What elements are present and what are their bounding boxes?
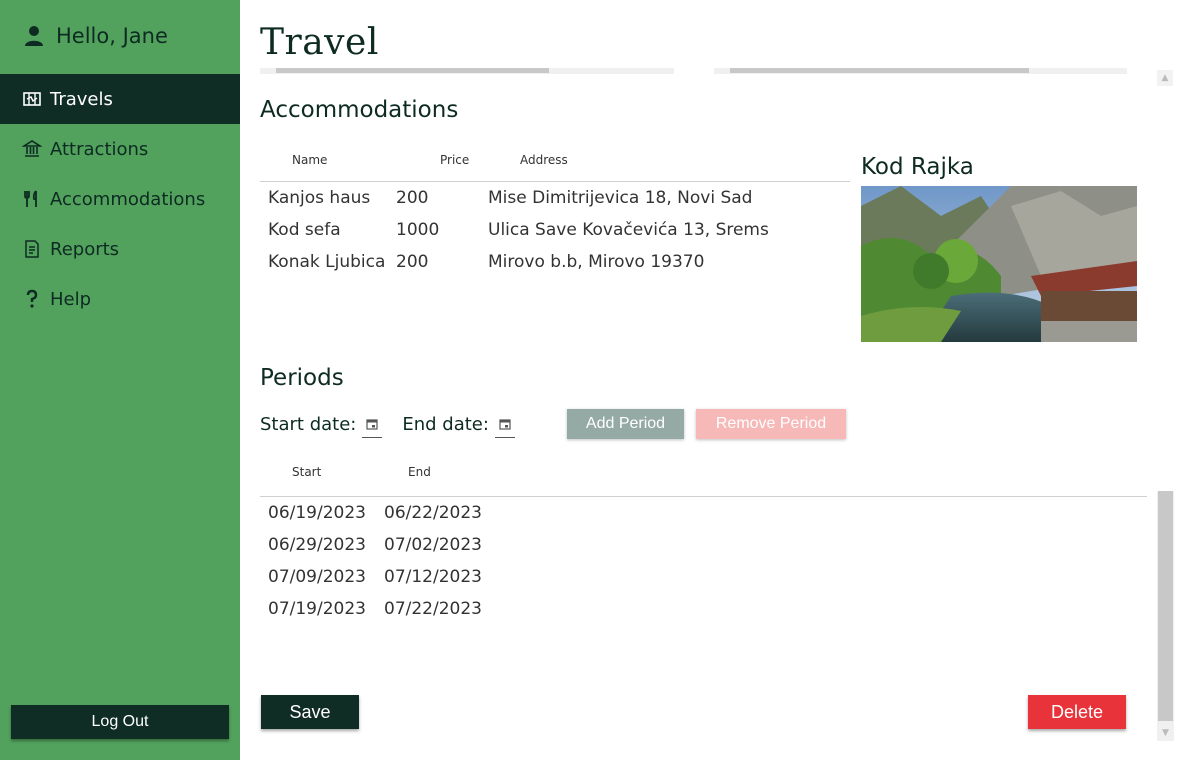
scroll-thumb[interactable]	[1158, 491, 1173, 721]
add-period-button[interactable]: Add Period	[567, 409, 684, 439]
user-icon	[22, 24, 46, 48]
scroll-up-arrow[interactable]: ▲	[1157, 70, 1173, 86]
cell-end: 06/22/2023	[384, 503, 482, 523]
column-header-start[interactable]: Start	[260, 465, 408, 479]
horizontal-scrollbar[interactable]	[260, 68, 674, 74]
horizontal-scrollbar[interactable]	[714, 68, 1127, 74]
column-header-price[interactable]: Price	[440, 153, 520, 167]
cell-name: Kanjos haus	[268, 188, 371, 208]
page-title: Travel	[260, 22, 379, 63]
table-row[interactable]: Kod sefa 1000 Ulica Save Kovačevića 13, …	[260, 214, 850, 246]
accommodation-image	[861, 186, 1137, 342]
table-row[interactable]: 07/09/2023 07/12/2023	[260, 561, 1147, 593]
cell-address: Mise Dimitrijevica 18, Novi Sad	[488, 188, 753, 208]
report-icon	[22, 239, 42, 259]
table-row[interactable]: 06/19/2023 06/22/2023	[260, 497, 1147, 529]
sidebar-item-label: Reports	[50, 238, 120, 260]
column-header-end[interactable]: End	[408, 465, 508, 479]
start-date-picker[interactable]	[362, 410, 383, 438]
calendar-icon	[499, 418, 511, 430]
scroll-thumb[interactable]	[276, 68, 549, 73]
table-row[interactable]: Kanjos haus 200 Mise Dimitrijevica 18, N…	[260, 182, 850, 214]
sidebar-item-label: Travels	[50, 88, 113, 110]
sidebar-item-accommodations[interactable]: Accommodations	[0, 174, 240, 224]
table-row[interactable]: 06/29/2023 07/02/2023	[260, 529, 1147, 561]
period-date-inputs: Start date: End date:	[260, 409, 535, 439]
sidebar-item-label: Attractions	[50, 138, 149, 160]
cell-name: Konak Ljubica	[268, 252, 386, 272]
sidebar-item-reports[interactable]: Reports	[0, 224, 240, 274]
table-row[interactable]: Konak Ljubica 200 Mirovo b.b, Mirovo 193…	[260, 246, 850, 278]
cell-address: Ulica Save Kovačevića 13, Srems	[488, 220, 769, 240]
utensils-icon	[22, 189, 42, 209]
sidebar-item-label: Accommodations	[50, 188, 206, 210]
table-header: Name Price Address	[260, 138, 850, 182]
sidebar: Hello, Jane Travels Attractions Accommod…	[0, 0, 240, 760]
sidebar-nav: Travels Attractions Accommodations Repor…	[0, 74, 240, 324]
start-date-label: Start date:	[260, 413, 357, 435]
sidebar-item-attractions[interactable]: Attractions	[0, 124, 240, 174]
cell-start: 07/09/2023	[268, 567, 366, 587]
question-icon	[22, 289, 42, 309]
scroll-down-arrow[interactable]: ▼	[1157, 725, 1174, 741]
map-icon	[22, 89, 42, 109]
column-header-name[interactable]: Name	[260, 153, 440, 167]
accommodations-table: Name Price Address Kanjos haus 200 Mise …	[260, 138, 850, 278]
sidebar-item-travels[interactable]: Travels	[0, 74, 240, 124]
remove-period-button[interactable]: Remove Period	[696, 409, 846, 439]
periods-title: Periods	[260, 365, 344, 391]
calendar-icon	[366, 418, 378, 430]
cell-price: 200	[396, 252, 429, 272]
cell-end: 07/22/2023	[384, 599, 482, 619]
cell-name: Kod sefa	[268, 220, 341, 240]
end-date-label: End date:	[402, 413, 489, 435]
delete-button[interactable]: Delete	[1028, 695, 1126, 729]
scroll-thumb[interactable]	[730, 68, 1029, 73]
vertical-scrollbar[interactable]: ▼	[1157, 491, 1174, 741]
cell-start: 06/19/2023	[268, 503, 366, 523]
bank-icon	[22, 139, 42, 159]
cell-price: 200	[396, 188, 429, 208]
user-greeting: Hello, Jane	[22, 22, 168, 50]
main-content: Travel ▲ Accommodations Name Price Addre…	[240, 0, 1182, 760]
end-date-picker[interactable]	[494, 410, 515, 438]
table-header: Start End	[260, 448, 1147, 497]
cell-start: 07/19/2023	[268, 599, 366, 619]
cell-end: 07/02/2023	[384, 535, 482, 555]
greeting-text: Hello, Jane	[56, 24, 168, 48]
table-row[interactable]: 07/19/2023 07/22/2023	[260, 593, 1147, 625]
accommodations-title: Accommodations	[260, 97, 459, 123]
sidebar-item-help[interactable]: Help	[0, 274, 240, 324]
cell-end: 07/12/2023	[384, 567, 482, 587]
logout-button[interactable]: Log Out	[11, 705, 229, 739]
sidebar-item-label: Help	[50, 288, 92, 310]
periods-table: Start End 06/19/2023 06/22/2023 06/29/20…	[260, 448, 1147, 625]
cell-price: 1000	[396, 220, 440, 240]
cell-address: Mirovo b.b, Mirovo 19370	[488, 252, 705, 272]
column-header-address[interactable]: Address	[520, 153, 720, 167]
selected-accommodation-name: Kod Rajka	[861, 154, 974, 180]
save-button[interactable]: Save	[261, 695, 359, 729]
cell-start: 06/29/2023	[268, 535, 366, 555]
